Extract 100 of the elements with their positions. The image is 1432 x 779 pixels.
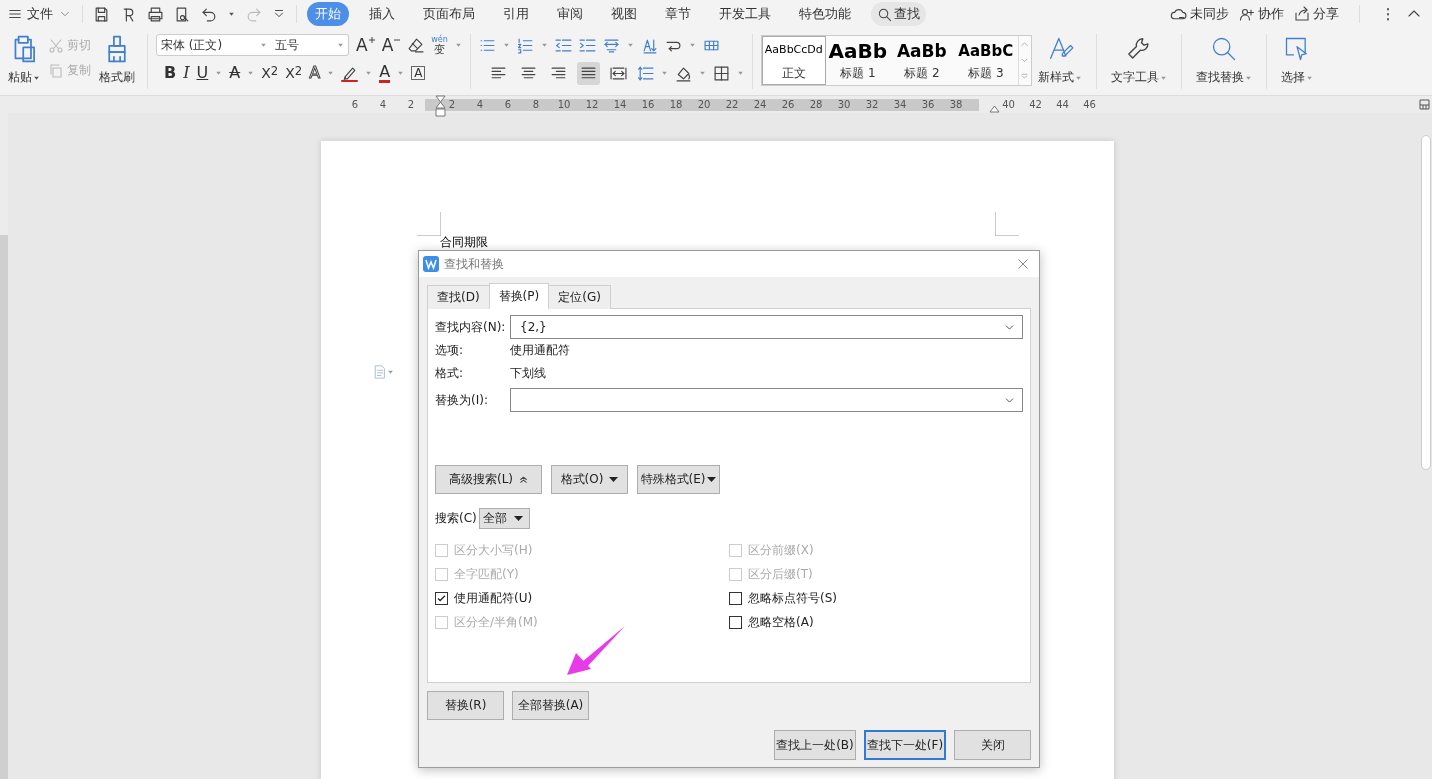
eraser-icon[interactable] <box>407 36 425 54</box>
checkbox-label: 区分后缀(T) <box>748 565 813 583</box>
dialog-tab[interactable]: 定位(G) <box>548 285 611 309</box>
crop-mark-icon <box>417 212 441 236</box>
checkbox-label: 使用通配符(U) <box>454 589 533 607</box>
dialog-tab[interactable]: 查找(D) <box>427 285 490 309</box>
checkbox[interactable] <box>729 615 742 629</box>
document-text: 合同期限 <box>440 236 489 249</box>
checkbox[interactable] <box>435 591 448 605</box>
ruler-number: 16 <box>640 99 656 110</box>
dialog-button[interactable]: 高级搜索(L) <box>435 465 542 494</box>
style-preview: AaBb <box>896 41 947 61</box>
ribbon-tab[interactable]: 视图 <box>603 2 645 26</box>
search-button[interactable]: 查找 <box>871 2 926 26</box>
field-label: 查找内容(N): <box>435 318 507 336</box>
font-size-select[interactable]: 五号 <box>271 34 349 56</box>
dialog-tab[interactable]: 替换(P) <box>488 283 550 309</box>
close-icon[interactable] <box>1016 257 1030 271</box>
ribbon-tool-button[interactable]: 文字工具 <box>1104 28 1173 95</box>
dialog-button[interactable]: 查找上一处(B) <box>774 730 856 760</box>
print-icon[interactable] <box>147 5 164 23</box>
save-icon[interactable] <box>93 5 110 23</box>
ruler-number: 10 <box>556 99 572 110</box>
ruler-number: 28 <box>808 99 824 110</box>
bold-button[interactable]: B <box>164 65 177 81</box>
ribbon-tab[interactable]: 插入 <box>361 2 403 26</box>
scroll-thumb[interactable] <box>1421 135 1431 470</box>
align-button[interactable] <box>576 61 600 85</box>
numbering-icon[interactable] <box>516 36 534 54</box>
sync-button[interactable]: 未同步 <box>1170 5 1229 23</box>
ribbon-tool-button[interactable]: 查找替换 <box>1189 28 1258 95</box>
dialog-button[interactable]: 查找下一处(F) <box>864 730 946 760</box>
ribbon-tab[interactable]: 引用 <box>495 2 537 26</box>
borders-icon[interactable] <box>712 64 730 82</box>
ruler-number: 36 <box>920 99 936 110</box>
collaborate-button[interactable]: 协作 <box>1239 5 1284 23</box>
line-spacing-icon[interactable] <box>636 64 654 82</box>
style-name: 标题 2 <box>904 65 940 82</box>
checkbox[interactable] <box>729 591 742 605</box>
italic-button[interactable]: I <box>183 65 190 81</box>
ruler-number: 12 <box>584 99 600 110</box>
style-item[interactable]: AaBbC 标题 3 <box>953 36 1018 85</box>
search-icon <box>877 6 892 22</box>
ribbon-tab[interactable]: 特色功能 <box>791 2 859 26</box>
ruler-number: 2 <box>447 99 457 110</box>
caret-icon <box>609 476 619 483</box>
ribbon-tool-button[interactable]: 选择 <box>1274 28 1319 95</box>
dialog-button[interactable]: 关闭 <box>954 730 1031 760</box>
paste-button[interactable]: 粘贴 <box>4 33 44 95</box>
dialog-button[interactable]: 全部替换(A) <box>512 691 589 720</box>
format-painter-button[interactable]: 格式刷 <box>95 33 139 95</box>
ruler-toggle-icon[interactable] <box>1419 99 1430 110</box>
style-item[interactable]: AaBb 标题 2 <box>889 36 954 85</box>
shrink-font-button[interactable]: A <box>381 36 401 54</box>
style-item[interactable]: AaBb 标题 1 <box>825 36 890 85</box>
underline-button[interactable]: U <box>196 65 209 81</box>
file-menu[interactable]: 文件 <box>8 5 72 23</box>
checkbox-label: 区分全/半角(M) <box>454 613 538 631</box>
share-button[interactable]: 分享 <box>1294 5 1339 23</box>
expand-icon <box>1020 72 1030 82</box>
ruler-number: 18 <box>668 99 684 110</box>
checkbox-label: 区分大小写(H) <box>454 541 533 559</box>
strike-button[interactable]: A <box>229 65 241 81</box>
detail-label: 选项: <box>435 342 465 359</box>
crop-mark-icon <box>995 212 1019 236</box>
dialog-button[interactable]: 特殊格式(E) <box>637 465 720 494</box>
print-preview-icon[interactable] <box>174 5 191 23</box>
boxed-button[interactable]: A <box>411 66 426 80</box>
ruler-number: 2 <box>406 99 416 110</box>
detail-label: 格式: <box>435 365 465 382</box>
find-field[interactable]: {2,} <box>510 315 1023 339</box>
pinyin-button[interactable]: wén 变 <box>431 35 448 55</box>
paint-bucket-icon[interactable] <box>674 64 692 82</box>
replace-field[interactable] <box>510 388 1023 412</box>
dialog-title: 查找和替换 <box>444 255 505 273</box>
ribbon-tab[interactable]: 开发工具 <box>711 2 779 26</box>
ruler-number: 46 <box>1082 99 1097 110</box>
search-scope-select[interactable]: 全部 <box>478 508 530 529</box>
ruler-number: 32 <box>864 99 880 110</box>
dialog-button[interactable]: 替换(R) <box>427 691 504 720</box>
font-name-select[interactable]: 宋体 (正文) <box>156 34 272 56</box>
ribbon-tool-button[interactable]: 新样式 <box>1031 28 1088 95</box>
ribbon-tab[interactable]: 页面布局 <box>415 2 483 26</box>
color-button[interactable]: A <box>379 63 391 83</box>
ruler-number: 6 <box>503 99 513 110</box>
grow-font-button[interactable]: A <box>356 36 375 54</box>
indent-marker-icon[interactable] <box>989 105 1000 113</box>
pointer-arrow <box>564 624 628 678</box>
double-chevron-up-icon <box>519 475 529 484</box>
ribbon-tab[interactable]: 审阅 <box>549 2 591 26</box>
indent-marker-icon[interactable] <box>435 95 446 117</box>
ruler-number: 34 <box>892 99 908 110</box>
dialog-button[interactable]: 格式(O) <box>551 465 628 494</box>
ruler-number: 44 <box>1055 99 1070 110</box>
ruler-number: 24 <box>752 99 768 110</box>
ruler-number: 20 <box>696 99 712 110</box>
superscript-button[interactable]: X$^{2}$ <box>261 66 279 80</box>
copy-icon <box>48 62 64 79</box>
ribbon-tab[interactable]: 章节 <box>657 2 699 26</box>
style-item[interactable]: AaBbCcDd 正文 <box>761 36 826 85</box>
